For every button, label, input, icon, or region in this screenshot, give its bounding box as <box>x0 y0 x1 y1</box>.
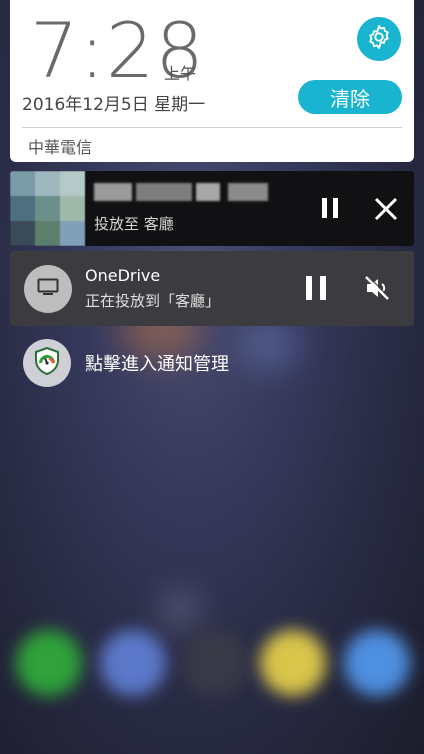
volume-mute-icon <box>362 275 392 307</box>
media-notification[interactable]: 投放至 客廳 <box>10 171 414 246</box>
pause-icon <box>302 276 330 306</box>
onedrive-mute-button[interactable] <box>362 273 392 303</box>
shield-gauge-icon <box>33 346 61 380</box>
dock-app-icon <box>344 630 410 696</box>
notification-manager-row[interactable]: 點擊進入通知管理 <box>10 338 414 388</box>
media-close-button[interactable] <box>372 195 400 223</box>
close-icon <box>372 197 400 227</box>
media-title-redacted <box>94 183 274 201</box>
onedrive-app-icon <box>24 265 72 313</box>
media-pause-button[interactable] <box>316 194 344 222</box>
clock-ampm: 上午 <box>164 64 197 83</box>
pause-icon <box>316 198 344 226</box>
dock-app-icon <box>100 630 166 696</box>
onedrive-notification[interactable]: OneDrive 正在投放到「客廳」 <box>10 251 414 326</box>
tv-icon <box>37 278 59 300</box>
gear-icon <box>365 23 393 55</box>
dock-app-icon <box>260 630 326 696</box>
onedrive-title: OneDrive <box>85 266 161 285</box>
onedrive-pause-button[interactable] <box>302 274 330 302</box>
divider <box>22 127 402 128</box>
dock-app-icon <box>16 630 82 696</box>
carrier-name: 中華電信 <box>28 138 93 157</box>
notification-manager-label: 點擊進入通知管理 <box>85 354 229 375</box>
notification-manager-icon <box>23 339 71 387</box>
clear-all-button[interactable]: 清除 <box>298 80 402 114</box>
media-subtitle: 投放至 客廳 <box>94 215 174 233</box>
media-thumbnail <box>10 171 85 246</box>
onedrive-subtitle: 正在投放到「客廳」 <box>85 292 221 310</box>
clock-date: 2016年12月5日 星期一 <box>22 95 206 115</box>
wallpaper-blur <box>160 590 200 630</box>
dock-app-icon <box>182 630 248 696</box>
clock-card: 7:28 上午 2016年12月5日 星期一 清除 中華電信 <box>10 0 414 162</box>
settings-button[interactable] <box>357 17 401 61</box>
